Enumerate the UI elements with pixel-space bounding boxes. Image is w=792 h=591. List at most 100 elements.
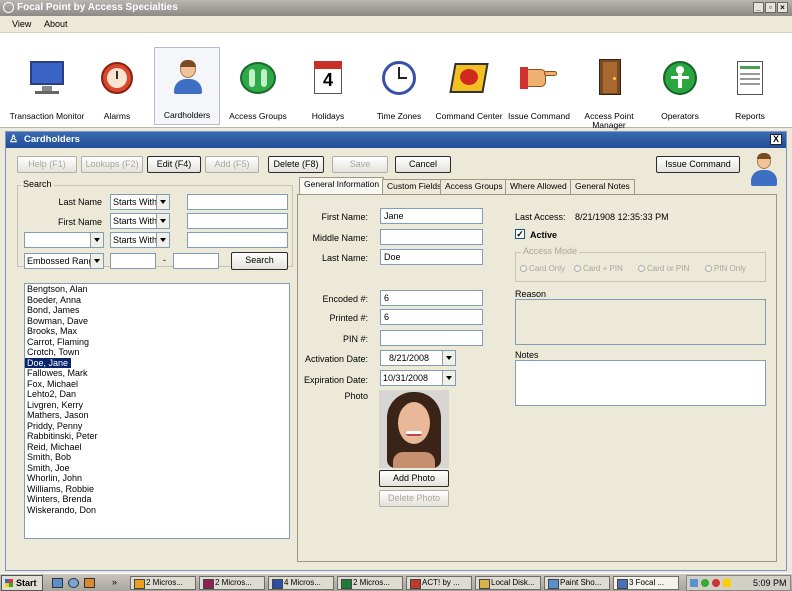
window-close-button[interactable]: X: [770, 134, 782, 145]
toolbar-reports[interactable]: Reports: [717, 49, 783, 127]
close-app-button[interactable]: ×: [777, 2, 788, 13]
toolbar-time-zones[interactable]: Time Zones: [366, 49, 432, 127]
cardholder-list-item[interactable]: Bengtson, Alan: [25, 284, 289, 295]
taskbar-item[interactable]: 4 Micros...: [268, 576, 334, 590]
taskbar-item[interactable]: 2 Micros...: [199, 576, 265, 590]
field-search-input[interactable]: [187, 232, 288, 248]
reason-field[interactable]: [515, 299, 766, 345]
cardholder-list-item[interactable]: Lehto2, Dan: [25, 389, 289, 400]
last-name-match-select[interactable]: Starts With: [110, 194, 170, 210]
embossed-range-select[interactable]: Embossed Rang: [24, 253, 104, 269]
menu-view[interactable]: View: [12, 19, 31, 29]
range-from-input[interactable]: [110, 253, 156, 269]
cardholder-list-item[interactable]: Brooks, Max: [25, 326, 289, 337]
cardholder-list-item[interactable]: Bond, James: [25, 305, 289, 316]
save-button[interactable]: Save: [332, 156, 388, 173]
tab-access-groups[interactable]: Access Groups: [440, 179, 508, 194]
toolbar-transaction-monitor[interactable]: Transaction Monitor: [10, 49, 84, 127]
cancel-button[interactable]: Cancel: [395, 156, 451, 173]
cardholder-list-item[interactable]: Bowman, Dave: [25, 316, 289, 327]
middle-name-label: Middle Name:: [312, 233, 368, 243]
mode-card-or-pin-radio[interactable]: Card or PIN: [638, 264, 689, 273]
tray-network-icon[interactable]: [690, 579, 698, 587]
maximize-button[interactable]: ▫: [765, 2, 776, 13]
quicklaunch-app-icon[interactable]: [52, 578, 63, 588]
mode-pin-only-radio[interactable]: PIN Only: [705, 264, 746, 273]
cardholder-list-item[interactable]: Whorlin, John: [25, 473, 289, 484]
cardholder-list-item[interactable]: Carrot, Flaming: [25, 337, 289, 348]
cardholder-list-item[interactable]: Rabbitinski, Peter: [25, 431, 289, 442]
taskbar-item[interactable]: ACT! by ...: [406, 576, 472, 590]
cardholder-list-item[interactable]: Crotch, Town: [25, 347, 289, 358]
search-button[interactable]: Search: [231, 252, 288, 270]
cardholder-list-item[interactable]: Wiskerando, Don: [25, 505, 289, 516]
cardholder-list-item[interactable]: Doe, Jane: [25, 357, 72, 368]
field-select[interactable]: [24, 232, 104, 248]
activation-date-label: Activation Date:: [304, 354, 368, 364]
edit-button[interactable]: Edit (F4): [147, 156, 201, 173]
quicklaunch-folder-icon[interactable]: [84, 578, 95, 588]
tray-volume-icon[interactable]: [723, 579, 731, 587]
issue-command-button[interactable]: Issue Command: [656, 156, 740, 173]
cardholder-list-item[interactable]: Williams, Robbie: [25, 484, 289, 495]
tray-status-icon[interactable]: [701, 579, 709, 587]
tab-general-information[interactable]: General Information: [299, 177, 385, 194]
cardholder-list-item[interactable]: Winters, Brenda: [25, 494, 289, 505]
middle-name-field[interactable]: [380, 229, 483, 245]
first-name-match-select[interactable]: Starts With: [110, 213, 170, 229]
pin-field[interactable]: [380, 330, 483, 346]
mode-card-plus-pin-radio[interactable]: Card + PIN: [574, 264, 623, 273]
cardholder-list-item[interactable]: Priddy, Penny: [25, 421, 289, 432]
cardholder-list-item[interactable]: Smith, Joe: [25, 463, 289, 474]
menu-about[interactable]: About: [44, 19, 68, 29]
quicklaunch-browser-icon[interactable]: [68, 578, 79, 588]
active-checkbox[interactable]: ✓: [515, 229, 525, 239]
cardholder-list-item[interactable]: Smith, Bob: [25, 452, 289, 463]
toolbar-holidays[interactable]: 4 Holidays: [295, 49, 361, 127]
range-to-input[interactable]: [173, 253, 219, 269]
toolbar-alarms[interactable]: Alarms: [84, 49, 150, 127]
cardholder-list-item[interactable]: Fox, Michael: [25, 379, 289, 390]
add-button[interactable]: Add (F5): [205, 156, 259, 173]
tab-general-notes[interactable]: General Notes: [570, 179, 635, 194]
help-button[interactable]: Help (F1): [17, 156, 77, 173]
tab-custom-fields[interactable]: Custom Fields: [382, 179, 447, 194]
taskbar-overflow-icon[interactable]: »: [112, 577, 117, 587]
taskbar-item[interactable]: 2 Micros...: [337, 576, 403, 590]
cardholder-list-item[interactable]: Livgren, Kerry: [25, 400, 289, 411]
last-name-search-input[interactable]: [187, 194, 288, 210]
mode-card-only-radio[interactable]: Card Only: [520, 264, 565, 273]
expiration-date-picker[interactable]: 10/31/2008: [380, 370, 456, 386]
start-button[interactable]: Start: [1, 575, 43, 591]
toolbar-issue-command[interactable]: Issue Command: [506, 49, 572, 127]
cardholder-list[interactable]: Bengtson, Alan Boeder, Anna Bond, James Bow…: [24, 283, 290, 539]
delete-photo-button[interactable]: Delete Photo: [379, 490, 449, 507]
minimize-button[interactable]: _: [753, 2, 764, 13]
taskbar-item[interactable]: Paint Sho...: [544, 576, 610, 590]
activation-date-picker[interactable]: 8/21/2008: [380, 350, 456, 366]
add-photo-button[interactable]: Add Photo: [379, 470, 449, 487]
taskbar-item[interactable]: 2 Micros...: [130, 576, 196, 590]
field-match-select[interactable]: Starts With: [110, 232, 170, 248]
toolbar-cardholders[interactable]: Cardholders: [154, 47, 220, 125]
toolbar-operators[interactable]: Operators: [647, 49, 713, 127]
printed-field[interactable]: 6: [380, 309, 483, 325]
toolbar-command-center[interactable]: Command Center: [435, 49, 503, 127]
taskbar-item[interactable]: 3 Focal ...: [613, 576, 679, 590]
first-name-field[interactable]: Jane: [380, 208, 483, 224]
lookups-button[interactable]: Lookups (F2): [81, 156, 143, 173]
taskbar-item[interactable]: Local Disk...: [475, 576, 541, 590]
encoded-field[interactable]: 6: [380, 290, 483, 306]
first-name-search-input[interactable]: [187, 213, 288, 229]
cardholder-list-item[interactable]: Boeder, Anna: [25, 295, 289, 306]
toolbar-access-groups[interactable]: Access Groups: [225, 49, 291, 127]
tray-security-icon[interactable]: [712, 579, 720, 587]
delete-button[interactable]: Delete (F8): [268, 156, 324, 173]
cardholder-list-item[interactable]: Mathers, Jason: [25, 410, 289, 421]
cardholder-list-item[interactable]: Fallowes, Mark: [25, 368, 289, 379]
notes-field[interactable]: [515, 360, 766, 406]
tab-where-allowed[interactable]: Where Allowed: [505, 179, 572, 194]
cardholder-list-item[interactable]: Reid, Michael: [25, 442, 289, 453]
toolbar-access-point-manager[interactable]: Access Point Manager: [576, 49, 642, 130]
last-name-field[interactable]: Doe: [380, 249, 483, 265]
